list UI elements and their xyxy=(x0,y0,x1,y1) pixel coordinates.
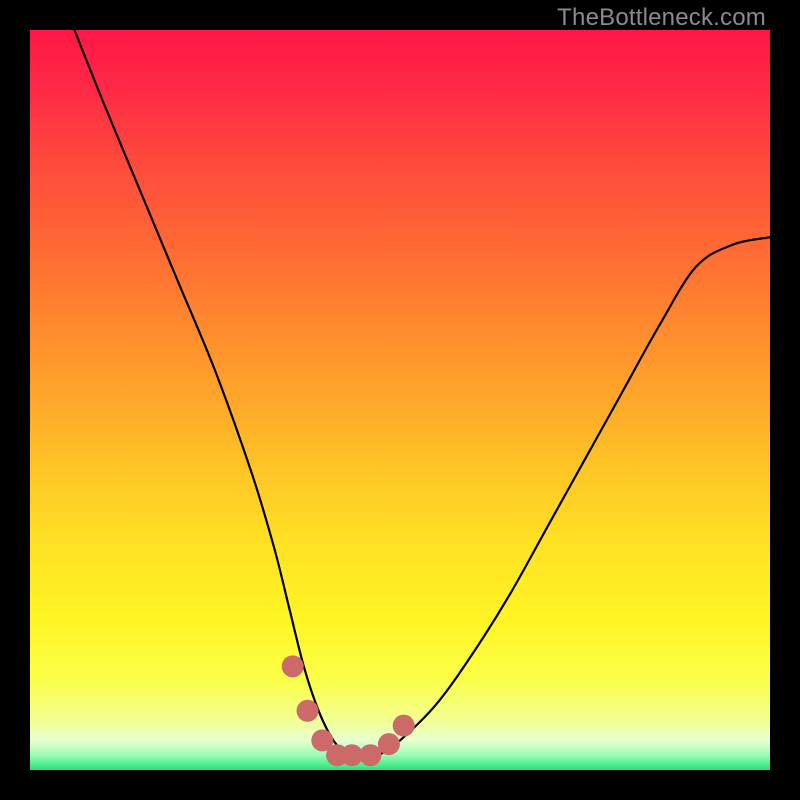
plot-area xyxy=(30,30,770,770)
valley-marker xyxy=(393,715,415,737)
valley-marker xyxy=(359,744,381,766)
watermark-text: TheBottleneck.com xyxy=(557,4,766,32)
valley-marker xyxy=(297,700,319,722)
bottleneck-curve xyxy=(74,30,770,756)
curve-layer xyxy=(30,30,770,770)
chart-frame: TheBottleneck.com xyxy=(0,0,800,800)
valley-markers-group xyxy=(282,655,415,766)
valley-marker xyxy=(282,655,304,677)
valley-marker xyxy=(378,733,400,755)
